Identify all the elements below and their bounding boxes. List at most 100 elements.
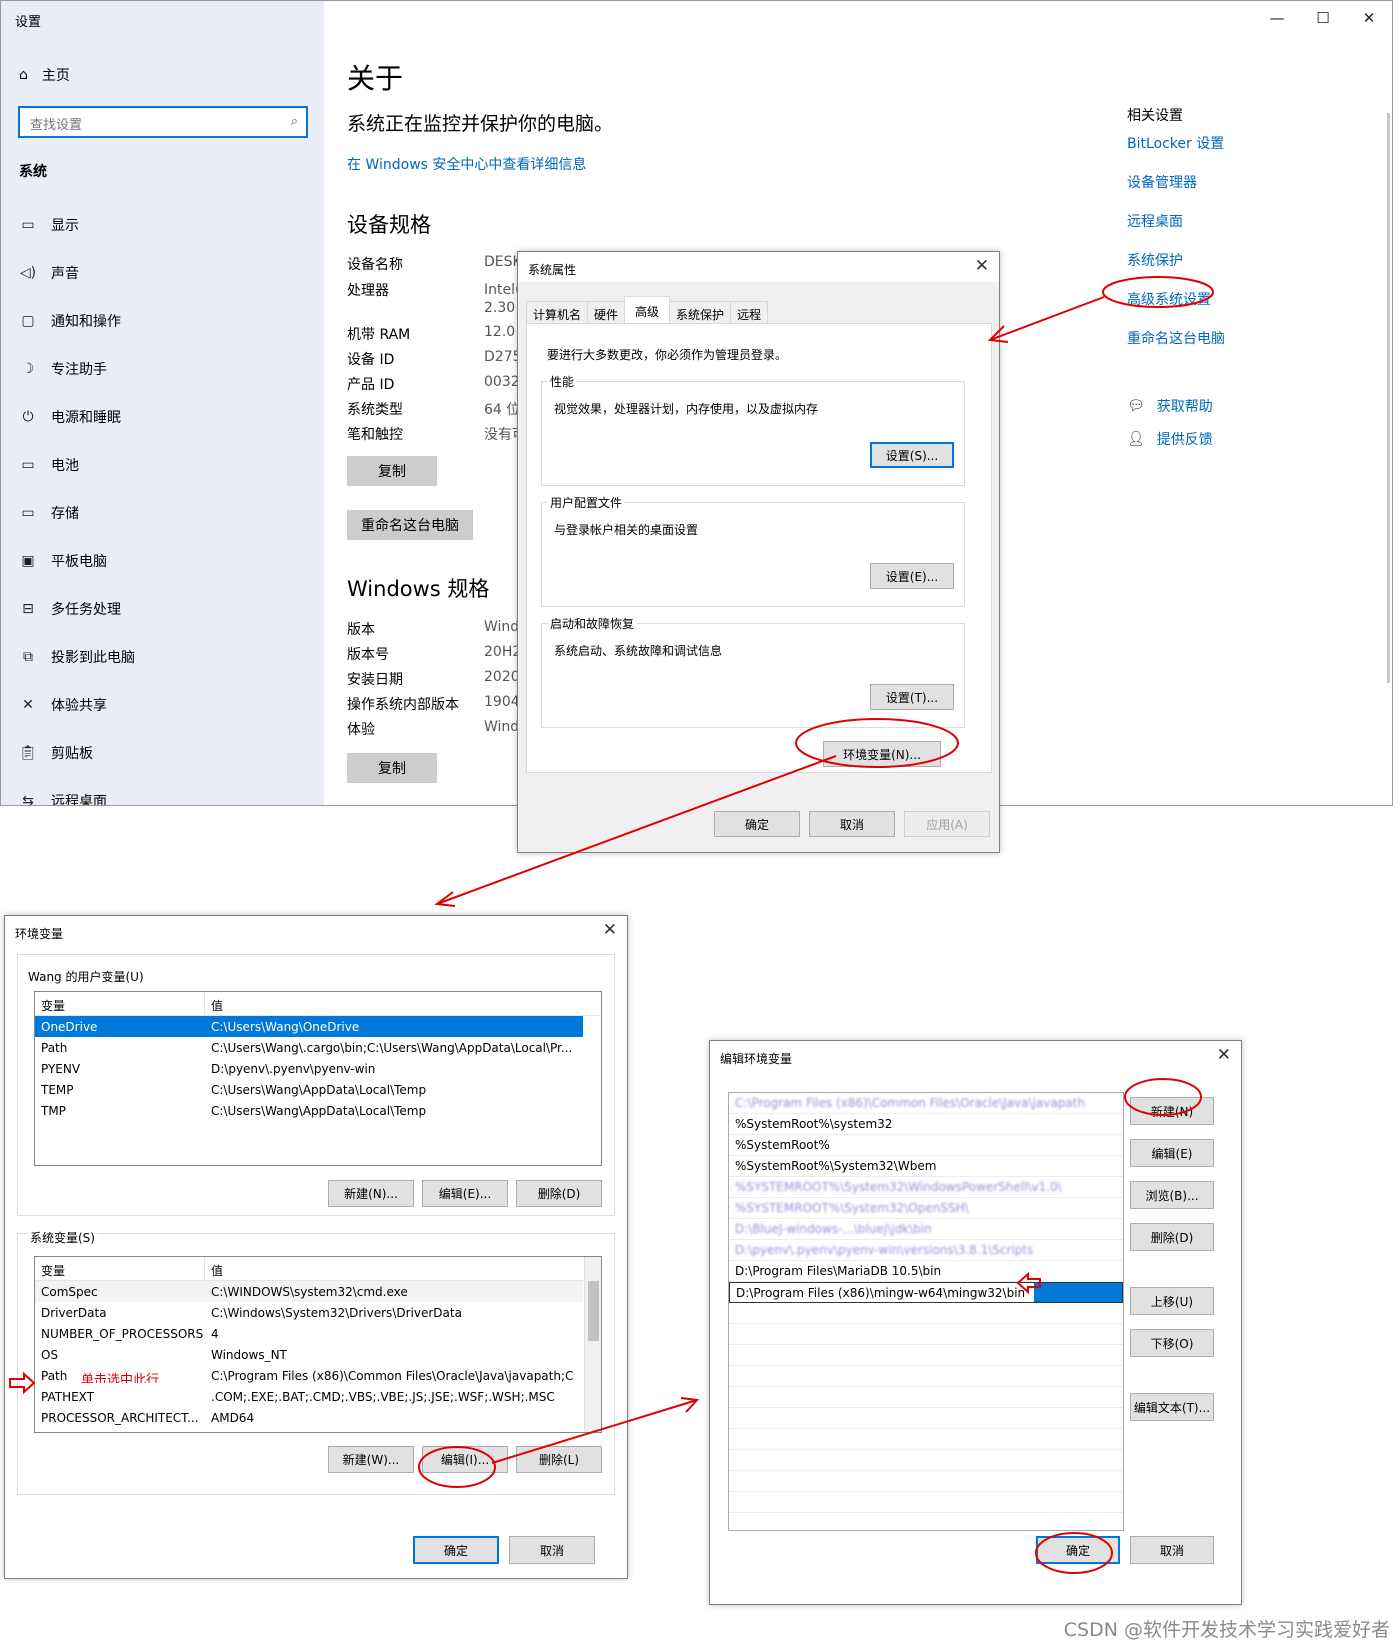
- list-item[interactable]: NUMBER_OF_PROCESSORS 4: [35, 1323, 601, 1344]
- sidebar-home[interactable]: ⌂ 主页: [19, 65, 70, 85]
- list-item[interactable]: [729, 1303, 1123, 1324]
- list-item[interactable]: DriverData C:\Windows\System32\Drivers\Dr…: [35, 1302, 601, 1323]
- user-delete-button[interactable]: 删除(D): [516, 1180, 602, 1207]
- path-list[interactable]: C:\Program Files (x86)\Common Files\Orac…: [728, 1092, 1124, 1531]
- user-new-button[interactable]: 新建(N)...: [328, 1180, 414, 1207]
- list-item[interactable]: C:\Program Files (x86)\Common Files\Orac…: [729, 1093, 1123, 1114]
- cancel-button[interactable]: 取消: [809, 811, 895, 837]
- system-new-button[interactable]: 新建(W)...: [328, 1446, 414, 1473]
- scrollbar[interactable]: [1387, 113, 1390, 683]
- list-item[interactable]: PROCESSOR_ARCHITECT... AMD64: [35, 1407, 601, 1428]
- sidebar-item-tablet[interactable]: ▣ 平板电脑: [19, 551, 107, 571]
- ok-button[interactable]: 确定: [1036, 1536, 1120, 1564]
- sidebar-item-projecting[interactable]: ⧉ 投影到此电脑: [19, 647, 135, 667]
- list-item[interactable]: PATHEXT .COM;.EXE;.BAT;.CMD;.VBS;.VBE;.JS…: [35, 1386, 601, 1407]
- selection-highlight: [1034, 1283, 1122, 1302]
- list-item[interactable]: [729, 1345, 1123, 1366]
- move-up-button[interactable]: 上移(U): [1130, 1287, 1214, 1315]
- new-path-button[interactable]: 新建(N): [1130, 1097, 1214, 1125]
- list-item[interactable]: %SystemRoot%\System32\Wbem: [729, 1156, 1123, 1177]
- search-input[interactable]: 查找设置 ⌕: [18, 106, 308, 138]
- list-item[interactable]: [729, 1366, 1123, 1387]
- sidebar-item-display[interactable]: ▭ 显示: [19, 215, 79, 235]
- list-item[interactable]: D:\pyenv\.pyenv\pyenv-win\versions\3.8.1…: [729, 1240, 1123, 1261]
- list-item[interactable]: OneDrive C:\Users\Wang\OneDrive: [35, 1016, 583, 1037]
- system-variables-list[interactable]: 变量 值 ComSpec C:\WINDOWS\system32\cmd.exe …: [34, 1256, 602, 1433]
- sidebar-item-sound[interactable]: ◁) 声音: [19, 263, 79, 283]
- list-item[interactable]: %SystemRoot%\system32: [729, 1114, 1123, 1135]
- rename-pc-button[interactable]: 重命名这台电脑: [347, 510, 473, 540]
- copy-device-button[interactable]: 复制: [347, 456, 437, 486]
- column-value[interactable]: 值: [205, 992, 229, 1015]
- close-button[interactable]: ✕: [1346, 1, 1392, 35]
- bitlocker-link[interactable]: BitLocker 设置: [1127, 133, 1224, 153]
- list-item[interactable]: [729, 1429, 1123, 1450]
- list-item[interactable]: [729, 1408, 1123, 1429]
- browse-button[interactable]: 浏览(B)...: [1130, 1181, 1214, 1209]
- sidebar-item-storage[interactable]: ▭ 存储: [19, 503, 79, 523]
- user-variables-list[interactable]: 变量 值 OneDrive C:\Users\Wang\OneDrive Path…: [34, 991, 602, 1166]
- path-edit-input[interactable]: D:\Program Files (x86)\mingw-w64\mingw32…: [729, 1282, 1123, 1303]
- column-variable[interactable]: 变量: [35, 992, 205, 1015]
- sidebar-item-notifications[interactable]: ▢ 通知和操作: [19, 311, 121, 331]
- device-manager-link[interactable]: 设备管理器: [1127, 172, 1197, 192]
- system-protection-link[interactable]: 系统保护: [1127, 250, 1183, 270]
- sidebar-item-shared[interactable]: ✕ 体验共享: [19, 695, 107, 715]
- list-item[interactable]: D:\BlueJ-windows-...\bluej\jdk\bin: [729, 1219, 1123, 1240]
- cancel-button[interactable]: 取消: [1130, 1536, 1214, 1564]
- list-item[interactable]: ComSpec C:\WINDOWS\system32\cmd.exe: [35, 1281, 583, 1302]
- list-item[interactable]: TMP C:\Users\Wang\AppData\Local\Temp: [35, 1100, 601, 1121]
- system-delete-button[interactable]: 删除(L): [516, 1446, 602, 1473]
- list-item[interactable]: [729, 1324, 1123, 1345]
- column-variable[interactable]: 变量: [35, 1257, 205, 1280]
- list-item[interactable]: Path C:\Users\Wang\.cargo\bin;C:\Users\Wa…: [35, 1037, 601, 1058]
- list-item[interactable]: %SYSTEMROOT%\System32\OpenSSH\: [729, 1198, 1123, 1219]
- scrollbar[interactable]: [584, 1257, 601, 1432]
- list-item[interactable]: [729, 1387, 1123, 1408]
- ok-button[interactable]: 确定: [413, 1536, 499, 1564]
- list-item[interactable]: OS Windows_NT: [35, 1344, 601, 1365]
- sidebar-item-clipboard[interactable]: 📋︎ 剪贴板: [19, 743, 93, 763]
- close-icon[interactable]: ✕: [603, 920, 617, 940]
- rename-pc-link[interactable]: 重命名这台电脑: [1127, 328, 1225, 348]
- column-value[interactable]: 值: [205, 1257, 229, 1280]
- list-item[interactable]: [729, 1492, 1123, 1513]
- delete-path-button[interactable]: 删除(D): [1130, 1223, 1214, 1251]
- user-profile-settings-button[interactable]: 设置(E)...: [870, 563, 954, 589]
- list-item[interactable]: PYENV D:\pyenv\.pyenv\pyenv-win: [35, 1058, 601, 1079]
- list-item[interactable]: [729, 1471, 1123, 1492]
- get-help-link[interactable]: 💬︎ 获取帮助: [1127, 396, 1213, 416]
- startup-settings-button[interactable]: 设置(T)...: [870, 684, 954, 710]
- cancel-button[interactable]: 取消: [509, 1536, 595, 1564]
- list-item[interactable]: %SystemRoot%: [729, 1135, 1123, 1156]
- list-item[interactable]: %SYSTEMROOT%\System32\WindowsPowerShell\…: [729, 1177, 1123, 1198]
- edit-text-button[interactable]: 编辑文本(T)...: [1130, 1393, 1214, 1421]
- sidebar-item-power[interactable]: ⏻ 电源和睡眠: [19, 407, 121, 427]
- apply-button[interactable]: 应用(A): [904, 811, 990, 837]
- scrollbar-thumb[interactable]: [588, 1281, 599, 1341]
- user-edit-button[interactable]: 编辑(E)...: [422, 1180, 508, 1207]
- remote-desktop-link[interactable]: 远程桌面: [1127, 211, 1183, 231]
- list-item[interactable]: Path 单击选中此行 C:\Program Files (x86)\Common …: [35, 1365, 601, 1386]
- minimize-button[interactable]: —: [1254, 1, 1300, 35]
- list-item[interactable]: [729, 1450, 1123, 1471]
- security-center-link[interactable]: 在 Windows 安全中心中查看详细信息: [347, 154, 586, 174]
- sidebar-item-multitasking[interactable]: ⊟ 多任务处理: [19, 599, 121, 619]
- close-icon[interactable]: ✕: [975, 256, 989, 276]
- sidebar-item-focus[interactable]: ☽ 专注助手: [19, 359, 107, 379]
- sidebar-item-remote[interactable]: ⇆ 远程桌面: [19, 791, 107, 805]
- feedback-link[interactable]: 👤︎ 提供反馈: [1127, 429, 1213, 449]
- edit-path-button[interactable]: 编辑(E): [1130, 1139, 1214, 1167]
- list-item[interactable]: TEMP C:\Users\Wang\AppData\Local\Temp: [35, 1079, 601, 1100]
- sidebar-item-battery[interactable]: ▭ 电池: [19, 455, 79, 475]
- advanced-system-settings-link[interactable]: 高级系统设置: [1127, 289, 1211, 309]
- system-edit-button[interactable]: 编辑(I)...: [422, 1446, 508, 1473]
- list-item[interactable]: D:\Program Files\MariaDB 10.5\bin: [729, 1261, 1123, 1282]
- environment-variables-button[interactable]: 环境变量(N)...: [823, 741, 941, 767]
- performance-settings-button[interactable]: 设置(S)...: [870, 442, 954, 468]
- copy-windows-button[interactable]: 复制: [347, 753, 437, 783]
- ok-button[interactable]: 确定: [714, 811, 800, 837]
- close-icon[interactable]: ✕: [1217, 1045, 1231, 1065]
- move-down-button[interactable]: 下移(O): [1130, 1329, 1214, 1357]
- maximize-button[interactable]: ☐: [1300, 1, 1346, 35]
